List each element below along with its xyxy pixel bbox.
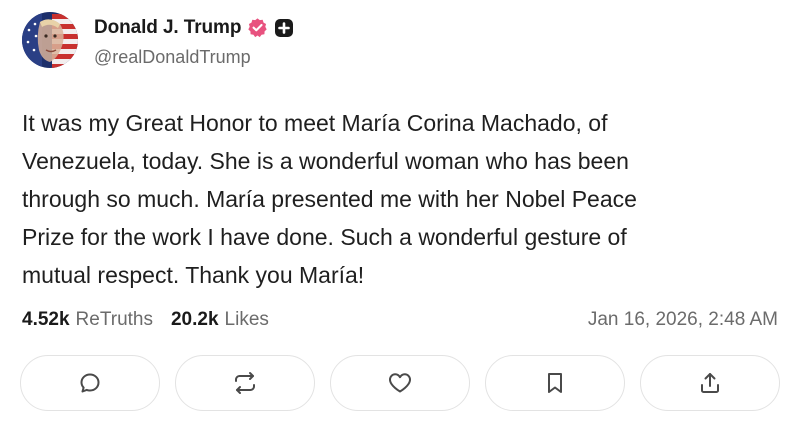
- post-text-line: It was my Great Honor to meet María Cori…: [22, 110, 608, 136]
- retruths-stat[interactable]: 4.52k ReTruths: [22, 309, 153, 331]
- post-text-line: Prize for the work I have done. Such a w…: [22, 224, 627, 250]
- bookmark-icon: [545, 371, 565, 395]
- post-text-line: Venezuela, today. She is a wonderful wom…: [22, 148, 629, 174]
- share-icon: [698, 371, 722, 395]
- post-card: Donald J. Trump @realDonaldTrump It was: [0, 0, 800, 429]
- retruths-label: ReTruths: [75, 309, 153, 330]
- share-button[interactable]: [640, 355, 780, 411]
- post-header: Donald J. Trump @realDonaldTrump: [22, 12, 294, 68]
- heart-icon: [387, 371, 413, 395]
- like-button[interactable]: [330, 355, 470, 411]
- comment-icon: [78, 371, 102, 395]
- likes-stat[interactable]: 20.2k Likes: [171, 309, 269, 331]
- likes-label: Likes: [224, 309, 269, 330]
- bookmark-button[interactable]: [485, 355, 625, 411]
- action-bar: [20, 355, 780, 411]
- retruths-count: 4.52k: [22, 309, 70, 330]
- retruth-button[interactable]: [175, 355, 315, 411]
- post-body: It was my Great Honor to meet María Cori…: [22, 104, 782, 294]
- post-stats: 4.52k ReTruths 20.2k Likes Jan 16, 2026,…: [22, 306, 778, 334]
- user-handle[interactable]: @realDonaldTrump: [94, 47, 294, 68]
- avatar-image: [22, 12, 78, 68]
- display-name[interactable]: Donald J. Trump: [94, 17, 241, 39]
- avatar[interactable]: [22, 12, 78, 68]
- post-text-line: mutual respect. Thank you María!: [22, 262, 365, 288]
- likes-count: 20.2k: [170, 309, 219, 330]
- verified-badge-icon: [247, 17, 268, 38]
- retruth-icon: [232, 371, 258, 395]
- plus-badge-icon: [274, 18, 294, 38]
- name-row: Donald J. Trump: [94, 15, 294, 41]
- author-info: Donald J. Trump @realDonaldTrump: [94, 15, 294, 68]
- post-timestamp[interactable]: Jan 16, 2026, 2:48 AM: [588, 309, 778, 331]
- post-text-line: through so much. María presented me with…: [22, 186, 637, 212]
- reply-button[interactable]: [20, 355, 160, 411]
